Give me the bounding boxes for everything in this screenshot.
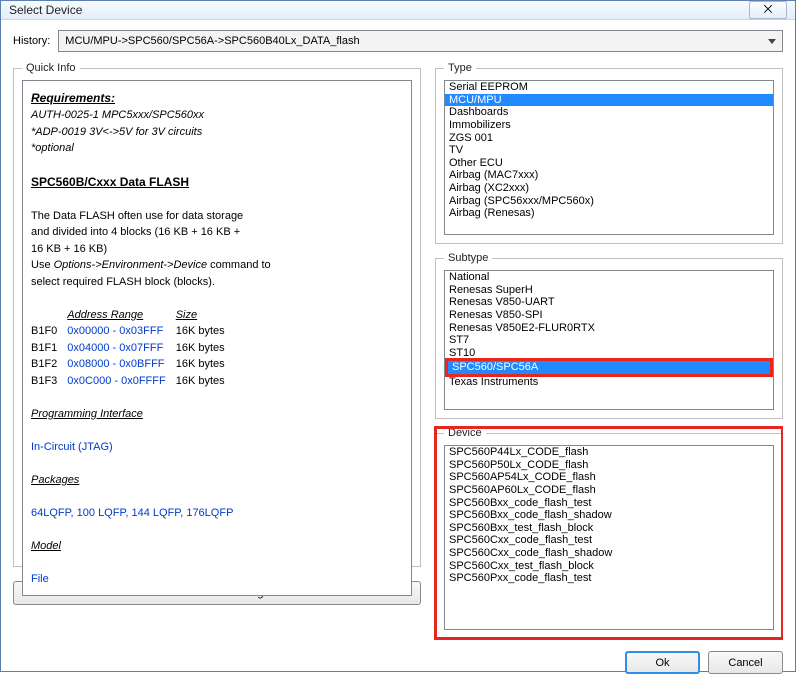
subtype-group: Subtype NationalRenesas SuperHRenesas V8… [435,252,783,419]
list-item[interactable]: Renesas SuperH [445,284,773,297]
desc-line: Use Options->Environment->Device command… [31,257,393,274]
dialog-buttons: Ok Cancel [435,647,783,674]
list-item[interactable]: Renesas V850-UART [445,296,773,309]
packages-heading: Packages [31,472,393,489]
close-button[interactable]: ⨉ [749,1,787,19]
flash-row: B1F00x00000 - 0x03FFF16K bytes [31,323,235,340]
type-group: Type Serial EEPROMMCU/MPUDashboardsImmob… [435,62,783,244]
list-item[interactable]: Airbag (XC2xxx) [445,182,773,195]
desc-line: and divided into 4 blocks (16 KB + 16 KB… [31,224,393,241]
list-item[interactable]: ZGS 001 [445,132,773,145]
desc-line: select required FLASH block (blocks). [31,274,393,291]
desc-line: 16 KB + 16 KB) [31,241,393,258]
type-listbox[interactable]: Serial EEPROMMCU/MPUDashboardsImmobilize… [444,80,774,235]
req-optional: *optional [31,140,393,157]
titlebar: Select Device ⨉ [1,1,795,20]
list-item[interactable]: Airbag (MAC7xxx) [445,169,773,182]
list-item[interactable]: Serial EEPROM [445,81,773,94]
device-legend: Device [444,427,486,439]
list-item[interactable]: Immobilizers [445,119,773,132]
close-icon: ⨉ [764,4,773,17]
list-item[interactable]: Dashboards [445,106,773,119]
list-item[interactable]: Renesas V850-SPI [445,309,773,322]
list-item[interactable]: SPC560Bxx_code_flash_test [445,497,773,510]
list-item[interactable]: Airbag (Renesas) [445,207,773,220]
packages-link[interactable]: 64LQFP, 100 LQFP, 144 LQFP, 176LQFP [31,505,393,522]
list-item[interactable]: Airbag (SPC56xxx/MPC560x) [445,195,773,208]
req-line: *ADP-0019 3V<->5V for 3V circuits [31,124,393,141]
type-legend: Type [444,62,476,74]
left-column: Quick Info Requirements: AUTH-0025-1 MPC… [13,62,421,674]
list-item[interactable]: SPC560P50Lx_CODE_flash [445,459,773,472]
flash-row: B1F20x08000 - 0x0BFFF16K bytes [31,356,235,373]
device-title: SPC560B/Cxxx Data FLASH [31,173,393,191]
list-item[interactable]: Texas Instruments [445,376,773,389]
right-column: Type Serial EEPROMMCU/MPUDashboardsImmob… [435,62,783,674]
quickinfo-group: Quick Info Requirements: AUTH-0025-1 MPC… [13,62,421,567]
list-item[interactable]: SPC560Bxx_test_flash_block [445,522,773,535]
device-group: Device SPC560P44Lx_CODE_flashSPC560P50Lx… [435,427,783,639]
list-item[interactable]: Other ECU [445,157,773,170]
list-item[interactable]: MCU/MPU [445,94,773,107]
model-heading: Model [31,538,393,555]
list-item[interactable]: TV [445,144,773,157]
cancel-button[interactable]: Cancel [708,651,783,674]
progif-heading: Programming Interface [31,406,393,423]
flash-range-link[interactable]: 0x00000 - 0x03FFF [67,323,175,340]
model-link[interactable]: File [31,571,393,588]
window-title: Select Device [9,3,82,17]
list-item[interactable]: SPC560P44Lx_CODE_flash [445,446,773,459]
flash-range-link[interactable]: 0x08000 - 0x0BFFF [67,356,175,373]
flash-range-link[interactable]: 0x04000 - 0x07FFF [67,340,175,357]
subtype-legend: Subtype [444,252,492,264]
list-item[interactable]: SPC560Bxx_code_flash_shadow [445,509,773,522]
list-item[interactable]: SPC560Pxx_code_flash_test [445,572,773,585]
chevron-down-icon [768,39,776,44]
progif-link[interactable]: In-Circuit (JTAG) [31,439,393,456]
flash-range-link[interactable]: 0x0C000 - 0x0FFFF [67,373,175,390]
client-area: History: MCU/MPU->SPC560/SPC56A->SPC560B… [1,20,795,684]
flash-row: B1F10x04000 - 0x07FFF16K bytes [31,340,235,357]
dialog-window: Select Device ⨉ History: MCU/MPU->SPC560… [0,0,796,672]
history-row: History: MCU/MPU->SPC560/SPC56A->SPC560B… [13,30,783,52]
device-listbox[interactable]: SPC560P44Lx_CODE_flashSPC560P50Lx_CODE_f… [444,445,774,630]
ok-button[interactable]: Ok [625,651,700,674]
flash-table: Address RangeSizeB1F00x00000 - 0x03FFF16… [31,307,235,390]
quickinfo-legend: Quick Info [22,62,80,74]
list-item[interactable]: SPC560/SPC56A [448,361,770,374]
history-value: MCU/MPU->SPC560/SPC56A->SPC560B40Lx_DATA… [65,35,359,47]
main-area: Quick Info Requirements: AUTH-0025-1 MPC… [13,62,783,674]
history-combo[interactable]: MCU/MPU->SPC560/SPC56A->SPC560B40Lx_DATA… [58,30,783,52]
desc-line: The Data FLASH often use for data storag… [31,208,393,225]
list-item[interactable]: SPC560Cxx_code_flash_shadow [445,547,773,560]
list-item[interactable]: SPC560AP54Lx_CODE_flash [445,471,773,484]
list-item[interactable]: National [445,271,773,284]
list-item[interactable]: SPC560Cxx_code_flash_test [445,534,773,547]
list-item[interactable]: ST7 [445,334,773,347]
list-item[interactable]: SPC560Cxx_test_flash_block [445,560,773,573]
flash-row: B1F30x0C000 - 0x0FFFF16K bytes [31,373,235,390]
list-item[interactable]: SPC560AP60Lx_CODE_flash [445,484,773,497]
requirements-heading: Requirements: [31,89,393,107]
quickinfo-text[interactable]: Requirements: AUTH-0025-1 MPC5xxx/SPC560… [22,80,412,596]
subtype-listbox[interactable]: NationalRenesas SuperHRenesas V850-UARTR… [444,270,774,410]
history-label: History: [13,35,50,47]
req-line: AUTH-0025-1 MPC5xxx/SPC560xx [31,107,393,124]
list-item[interactable]: Renesas V850E2-FLUR0RTX [445,322,773,335]
